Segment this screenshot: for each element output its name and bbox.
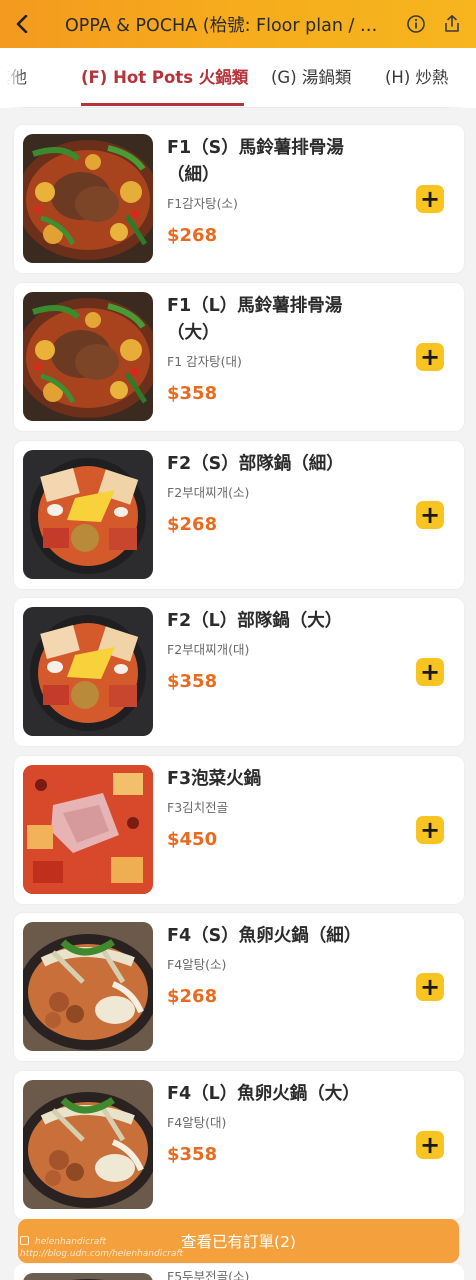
add-to-cart-button[interactable]: + — [416, 658, 444, 686]
item-name: F4（L）魚卵火鍋（大） — [167, 1084, 360, 1104]
menu-item-card[interactable]: F2（S）部隊鍋（細） F2부대찌개(소) $268 + — [14, 441, 464, 589]
tab-stir-fry[interactable]: (H) 炒熱 — [385, 48, 449, 107]
tab-soup-pots[interactable]: (G) 湯鍋類 — [271, 48, 351, 107]
watermark-url: http://blog.udn.com/helenhandicraft — [20, 1249, 184, 1259]
watermark: helenhandicraft http://blog.udn.com/hele… — [20, 1236, 183, 1260]
item-korean-name: F4알탕(대) — [167, 1115, 227, 1130]
food-photo — [23, 1080, 153, 1209]
item-korean-name: F1감자탕(소) — [167, 196, 238, 211]
food-photo — [23, 922, 153, 1051]
share-icon — [445, 15, 459, 32]
item-korean-name: F2부대찌개(대) — [167, 642, 250, 657]
item-price: $358 — [167, 671, 218, 692]
plus-icon: + — [419, 973, 441, 1001]
food-photo — [23, 134, 153, 263]
menu-item-card[interactable]: F1（L）馬鈴薯排骨湯（大） F1 감자탕(대) $358 + — [14, 283, 464, 431]
add-to-cart-button[interactable]: + — [416, 816, 444, 844]
info-button[interactable] — [398, 0, 434, 48]
item-korean-name: F4알탕(소) — [167, 957, 227, 972]
food-photo — [23, 1273, 153, 1280]
plus-icon: + — [419, 343, 441, 371]
item-price: $268 — [167, 986, 218, 1007]
category-tabs: 其他 (F) Hot Pots 火鍋類 (G) 湯鍋類 (H) 炒熱 — [0, 48, 476, 108]
instagram-icon — [20, 1236, 29, 1245]
plus-icon: + — [419, 1131, 441, 1159]
add-to-cart-button[interactable]: + — [416, 501, 444, 529]
active-tab-indicator — [81, 103, 244, 106]
menu-item-card[interactable]: F1（S）馬鈴薯排骨湯（細） F1감자탕(소) $268 + — [14, 125, 464, 273]
add-to-cart-button[interactable]: + — [416, 185, 444, 213]
back-arrow-icon — [16, 15, 28, 33]
food-photo — [23, 765, 153, 894]
item-korean-name: F5두부전골(소) — [167, 1269, 250, 1280]
page-title: OPPA & POCHA (枱號: Floor plan / … — [65, 15, 378, 36]
menu-item-card[interactable]: F3泡菜火鍋 F3김치전골 $450 + — [14, 756, 464, 904]
food-photo — [23, 607, 153, 736]
item-price: $450 — [167, 829, 218, 850]
watermark-name: helenhandicraft — [35, 1237, 106, 1247]
item-name: F1（L）馬鈴薯排骨湯（大） — [167, 296, 343, 343]
food-photo — [23, 450, 153, 579]
share-button[interactable] — [434, 0, 470, 48]
item-korean-name: F3김치전골 — [167, 800, 229, 815]
item-price: $358 — [167, 1144, 218, 1165]
menu-item-card[interactable]: F2（L）部隊鍋（大） F2부대찌개(대) $358 + — [14, 598, 464, 746]
app-header: OPPA & POCHA (枱號: Floor plan / … — [0, 0, 476, 48]
tab-hot-pots[interactable]: (F) Hot Pots 火鍋類 — [81, 48, 248, 107]
item-name: F4（S）魚卵火鍋（細） — [167, 926, 362, 946]
item-name: F2（S）部隊鍋（細） — [167, 454, 344, 474]
item-korean-name: F2부대찌개(소) — [167, 485, 250, 500]
add-to-cart-button[interactable]: + — [416, 1131, 444, 1159]
add-to-cart-button[interactable]: + — [416, 973, 444, 1001]
menu-item-card[interactable]: F4（L）魚卵火鍋（大） F4알탕(대) $358 + — [14, 1071, 464, 1219]
menu-item-card[interactable]: F5두부전골(소) — [14, 1264, 464, 1280]
tabs-fade-right — [444, 48, 476, 108]
info-icon — [407, 15, 425, 33]
menu-item-card[interactable]: F4（S）魚卵火鍋（細） F4알탕(소) $268 + — [14, 913, 464, 1061]
back-button[interactable] — [0, 0, 46, 48]
food-photo — [23, 292, 153, 421]
plus-icon: + — [419, 816, 441, 844]
item-price: $268 — [167, 225, 218, 246]
item-name: F2（L）部隊鍋（大） — [167, 611, 343, 631]
plus-icon: + — [419, 185, 441, 213]
item-price: $358 — [167, 383, 218, 404]
add-to-cart-button[interactable]: + — [416, 343, 444, 371]
tabs-fade-left — [0, 48, 26, 108]
item-korean-name: F1 감자탕(대) — [167, 354, 242, 369]
plus-icon: + — [419, 501, 441, 529]
item-name: F1（S）馬鈴薯排骨湯（細） — [167, 138, 344, 185]
item-name: F3泡菜火鍋 — [167, 769, 262, 789]
item-price: $268 — [167, 514, 218, 535]
plus-icon: + — [419, 658, 441, 686]
